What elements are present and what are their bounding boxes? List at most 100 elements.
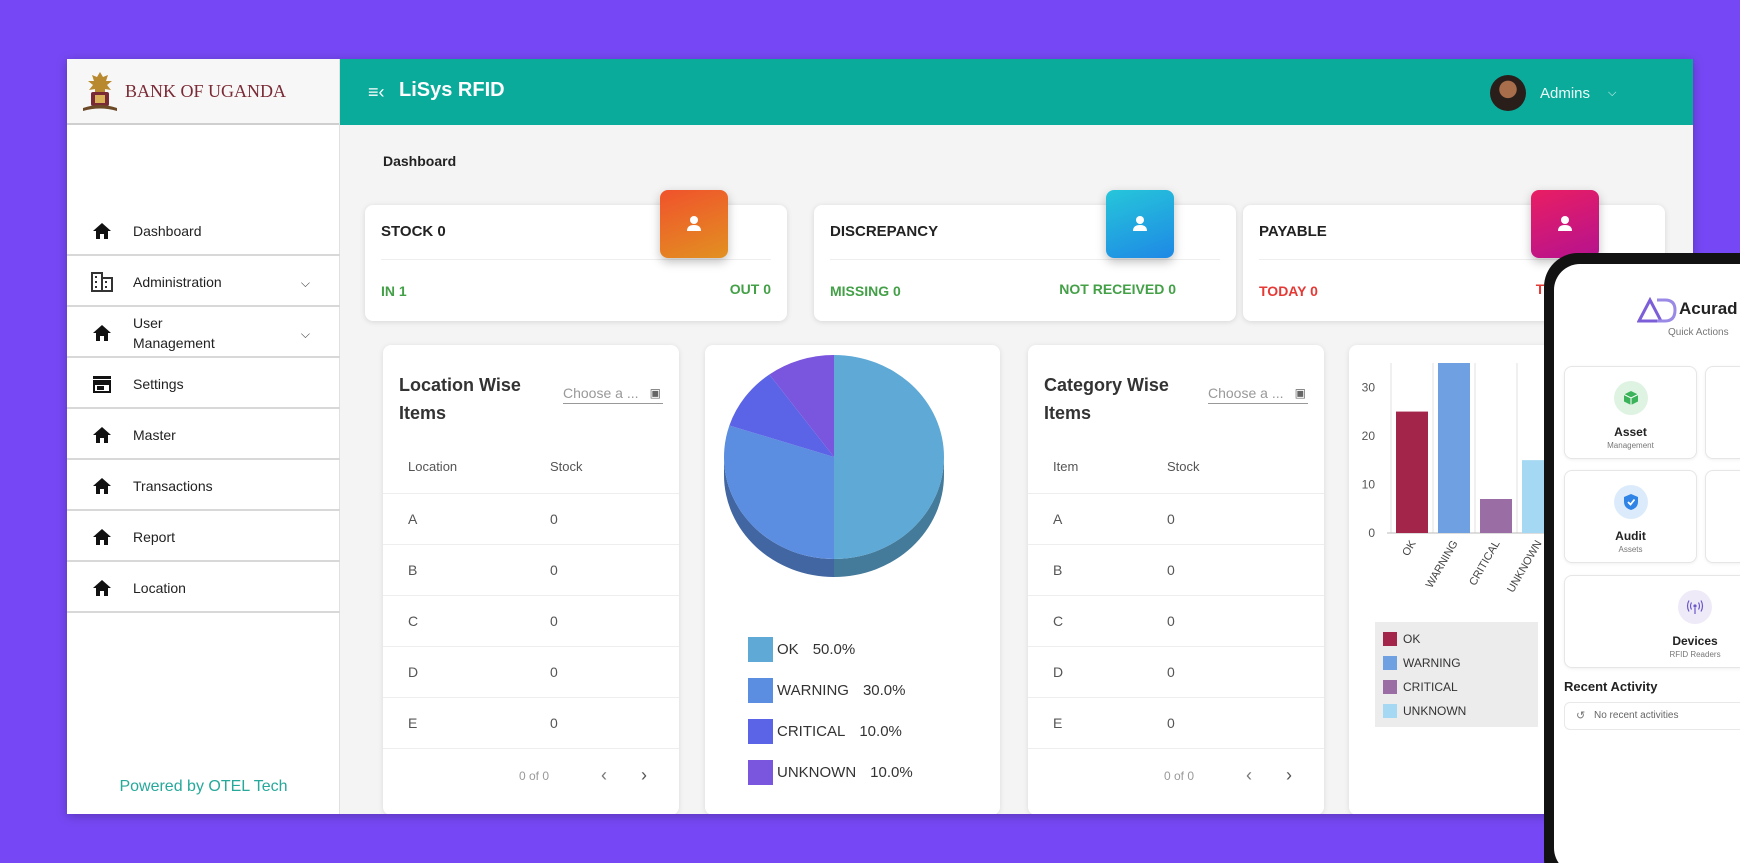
menu-toggle-icon[interactable]: ≡‹ bbox=[368, 82, 385, 103]
stat-left-value: IN 1 bbox=[381, 283, 407, 299]
table-row[interactable]: B0 bbox=[1028, 544, 1324, 596]
legend-percent: 30.0% bbox=[862, 682, 906, 699]
cell: B bbox=[1028, 544, 1142, 596]
home-icon bbox=[91, 220, 113, 242]
table-row[interactable]: C0 bbox=[383, 595, 679, 647]
bar-ok[interactable] bbox=[1396, 411, 1428, 533]
chevron-down-icon[interactable]: ⌵ bbox=[1608, 87, 1616, 100]
chevron-right-icon[interactable]: › bbox=[641, 765, 647, 786]
legend-item-ok[interactable]: OK 50.0% bbox=[748, 629, 913, 670]
empty-text: No recent activities bbox=[1594, 710, 1679, 721]
top-app-bar: ≡‹ LiSys RFID Admins ⌵ bbox=[340, 59, 1693, 125]
cell: A bbox=[383, 493, 525, 545]
sidebar: BANK OF UGANDA Dashboard Administration … bbox=[67, 59, 340, 814]
chevron-left-icon[interactable]: ‹ bbox=[601, 765, 607, 786]
column-header[interactable]: Item bbox=[1028, 441, 1142, 494]
user-menu-label[interactable]: Admins bbox=[1540, 85, 1590, 102]
avatar[interactable] bbox=[1490, 75, 1526, 111]
sidebar-item-transactions[interactable]: Transactions bbox=[67, 462, 340, 511]
table-row[interactable]: D0 bbox=[383, 646, 679, 698]
legend-item-ok[interactable]: OK bbox=[1383, 627, 1530, 651]
powered-by-footer[interactable]: Powered by OTEL Tech bbox=[67, 778, 340, 796]
cell: 0 bbox=[525, 595, 679, 647]
column-header[interactable]: Stock bbox=[525, 441, 679, 494]
calendar-icon[interactable]: ▣ bbox=[1295, 386, 1306, 400]
calendar-icon[interactable]: ▣ bbox=[650, 386, 661, 400]
legend-item-warning[interactable]: WARNING bbox=[1383, 651, 1530, 675]
legend-label: OK bbox=[1403, 632, 1421, 646]
chevron-left-icon[interactable]: ‹ bbox=[1246, 765, 1252, 786]
quick-action-card[interactable] bbox=[1705, 366, 1740, 459]
x-tick-label: UNKNOWN bbox=[1505, 538, 1544, 594]
sidebar-item-label: Settings bbox=[133, 375, 184, 392]
table-row[interactable]: B0 bbox=[383, 544, 679, 596]
location-select[interactable]: Choose a ... ▣ bbox=[563, 385, 663, 404]
chevron-down-icon[interactable]: ⌵ bbox=[301, 327, 310, 342]
box-icon bbox=[1613, 381, 1648, 415]
pie-chart bbox=[724, 355, 944, 577]
cell: 0 bbox=[525, 646, 679, 698]
stock-card: STOCK 0 IN 1 OUT 0 bbox=[365, 190, 787, 321]
table-row[interactable]: A0 bbox=[1028, 493, 1324, 545]
legend-swatch bbox=[748, 719, 773, 744]
cell: D bbox=[383, 646, 525, 698]
asset-management-card[interactable]: Asset Management bbox=[1564, 366, 1697, 459]
legend-label: WARNING bbox=[1403, 656, 1461, 670]
category-select[interactable]: Choose a ... ▣ bbox=[1208, 385, 1308, 404]
acurad-logo bbox=[1637, 297, 1677, 323]
table-row[interactable]: E0 bbox=[1028, 697, 1324, 749]
column-header[interactable]: Location bbox=[383, 441, 525, 494]
table-row[interactable]: A0 bbox=[383, 493, 679, 545]
table-row[interactable]: E0 bbox=[383, 697, 679, 749]
home-icon bbox=[91, 424, 113, 446]
legend-item-warning[interactable]: WARNING 30.0% bbox=[748, 670, 913, 711]
sidebar-item-label: Report bbox=[133, 528, 176, 545]
bank-crest-logo bbox=[83, 72, 117, 111]
table-row[interactable]: D0 bbox=[1028, 646, 1324, 698]
table-row[interactable]: C0 bbox=[1028, 595, 1324, 647]
category-wise-panel: Category Wise Items Choose a ... ▣ Item … bbox=[1028, 345, 1324, 814]
sidebar-item-settings[interactable]: Settings bbox=[67, 360, 340, 409]
bank-name: BANK OF UGANDA bbox=[125, 80, 287, 101]
legend-item-critical[interactable]: CRITICAL 10.0% bbox=[748, 711, 913, 752]
legend-label: CRITICAL bbox=[1403, 680, 1458, 694]
legend-item-unknown[interactable]: UNKNOWN 10.0% bbox=[748, 752, 913, 793]
cell: 0 bbox=[525, 697, 679, 749]
bar-critical[interactable] bbox=[1480, 499, 1512, 533]
cell: 0 bbox=[1142, 697, 1324, 749]
stat-right-value: NOT RECEIVED 0 bbox=[1059, 281, 1176, 297]
x-tick-label: WARNING bbox=[1424, 539, 1461, 591]
devices-card[interactable]: Devices RFID Readers bbox=[1564, 575, 1740, 668]
cell: 0 bbox=[1142, 493, 1324, 545]
sidebar-item-location[interactable]: Location bbox=[67, 564, 340, 613]
recent-activity-title: Recent Activity bbox=[1564, 679, 1658, 694]
select-placeholder: Choose a ... bbox=[1208, 385, 1284, 401]
card-subtitle: RFID Readers bbox=[1669, 650, 1721, 659]
cell: B bbox=[383, 544, 525, 596]
home-icon bbox=[91, 577, 113, 599]
page-title: Dashboard bbox=[383, 153, 457, 169]
bar-warning[interactable] bbox=[1438, 363, 1470, 533]
legend-percent: 10.0% bbox=[859, 723, 902, 740]
audit-assets-card[interactable]: Audit Assets bbox=[1564, 470, 1697, 563]
chevron-right-icon[interactable]: › bbox=[1286, 765, 1292, 786]
legend-swatch bbox=[748, 760, 773, 785]
sidebar-item-administration[interactable]: Administration ⌵ bbox=[67, 258, 340, 307]
sidebar-item-report[interactable]: Report bbox=[67, 513, 340, 562]
store-icon bbox=[91, 373, 113, 395]
sidebar-item-dashboard[interactable]: Dashboard bbox=[67, 207, 340, 256]
cell: 0 bbox=[1142, 646, 1324, 698]
column-header[interactable]: Stock bbox=[1142, 441, 1324, 494]
sidebar-item-label: Transactions bbox=[133, 477, 213, 494]
legend-label: UNKNOWN bbox=[1403, 704, 1467, 718]
brand-header: BANK OF UGANDA bbox=[67, 59, 339, 125]
cell: A bbox=[1028, 493, 1142, 545]
home-icon bbox=[91, 526, 113, 548]
sidebar-item-user-management[interactable]: User Management ⌵ bbox=[67, 309, 340, 358]
legend-item-critical[interactable]: CRITICAL bbox=[1383, 675, 1530, 699]
quick-action-card[interactable] bbox=[1705, 470, 1740, 563]
stat-right-value: OUT 0 bbox=[729, 281, 771, 297]
sidebar-item-master[interactable]: Master bbox=[67, 411, 340, 460]
legend-item-unknown[interactable]: UNKNOWN bbox=[1383, 699, 1530, 723]
chevron-down-icon[interactable]: ⌵ bbox=[301, 276, 310, 291]
